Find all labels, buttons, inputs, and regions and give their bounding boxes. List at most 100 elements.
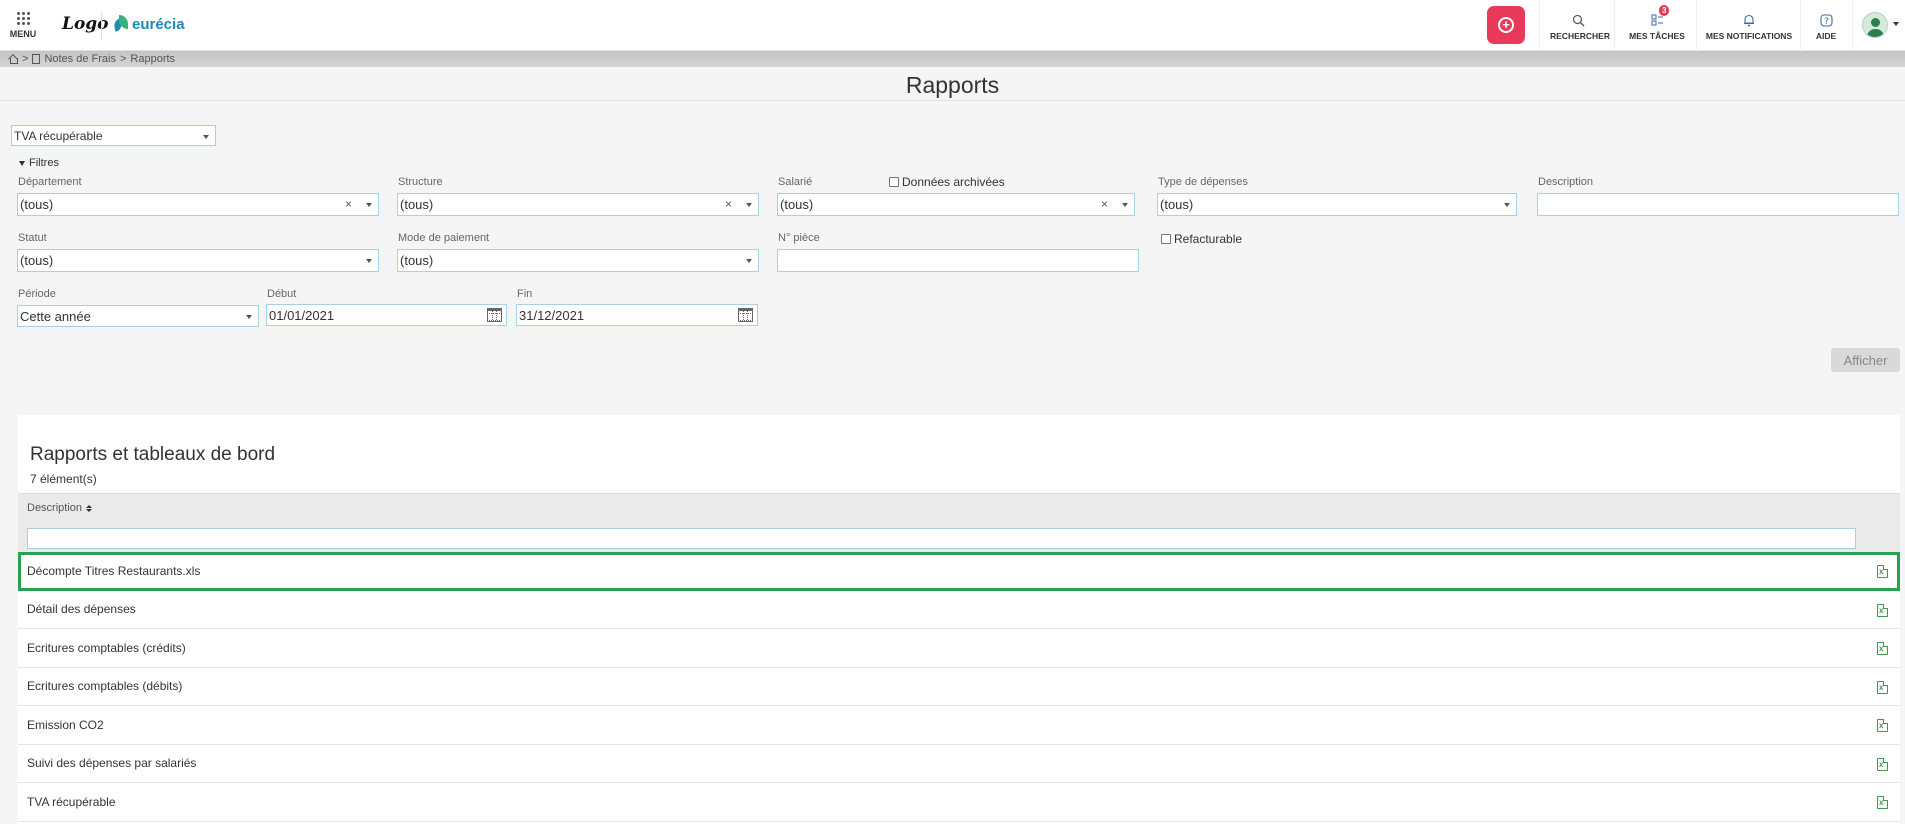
tasks-label: MES TÂCHES: [1629, 31, 1685, 41]
mode-paiement-label: Mode de paiement: [398, 232, 490, 244]
periode-select[interactable]: Cette année: [17, 305, 259, 327]
user-avatar[interactable]: [1862, 12, 1888, 38]
chevron-down-icon[interactable]: [1893, 22, 1899, 26]
toolbar-divider: [1852, 0, 1853, 51]
refacturable-checkbox[interactable]: Refacturable: [1161, 232, 1242, 246]
clear-icon[interactable]: ×: [725, 197, 732, 211]
reports-panel: Rapports et tableaux de bord 7 élément(s…: [18, 415, 1900, 824]
breadcrumb-section[interactable]: Notes de Frais: [44, 53, 116, 65]
report-row[interactable]: Détail des dépenses: [18, 590, 1900, 629]
chevron-down-icon: [1122, 203, 1128, 207]
excel-file-icon[interactable]: [1877, 796, 1888, 809]
document-icon: [32, 54, 41, 64]
archived-data-checkbox[interactable]: Données archivées: [889, 175, 1005, 189]
description-label: Description: [1538, 176, 1594, 188]
structure-select[interactable]: (tous) ×: [397, 193, 759, 216]
toolbar-divider: [1614, 0, 1615, 51]
toolbar-divider: [1800, 0, 1801, 51]
toolbar-divider: [1539, 0, 1540, 51]
home-icon[interactable]: [8, 54, 18, 64]
report-type-select[interactable]: TVA récupérable: [11, 125, 216, 146]
salarie-value: (tous): [780, 197, 814, 212]
menu-button[interactable]: MENU: [8, 12, 38, 39]
breadcrumb-separator: >: [119, 53, 127, 65]
bell-icon: [1705, 11, 1793, 29]
debut-label: Début: [267, 288, 297, 300]
breadcrumb-page: Rapports: [130, 53, 176, 65]
notifications-label: MES NOTIFICATIONS: [1705, 31, 1793, 41]
top-bar: MENU Logo eurécia + RECHERCHER 3 MES TÂC…: [0, 0, 1905, 51]
excel-file-icon[interactable]: [1877, 719, 1888, 732]
leaf-icon: [114, 15, 128, 33]
start-date-input[interactable]: 01/01/2021: [266, 304, 507, 326]
sort-icon[interactable]: [86, 504, 93, 512]
statut-select[interactable]: (tous): [17, 249, 379, 272]
description-filter-input[interactable]: [27, 528, 1856, 549]
calendar-icon[interactable]: [487, 308, 502, 322]
brand-name: eurécia: [132, 15, 185, 33]
type-depenses-select[interactable]: (tous): [1157, 193, 1517, 216]
salarie-label: Salarié: [778, 176, 813, 188]
filters-toggle-label: Filtres: [29, 157, 59, 169]
brand-logo[interactable]: eurécia: [114, 15, 185, 33]
report-row[interactable]: Ecritures comptables (crédits): [18, 629, 1900, 668]
statut-value: (tous): [20, 253, 54, 268]
tasks-button[interactable]: 3 MES TÂCHES: [1627, 5, 1687, 41]
salarie-select[interactable]: (tous) ×: [777, 193, 1135, 216]
departement-select[interactable]: (tous) ×: [17, 193, 379, 216]
end-date-input[interactable]: 31/12/2021: [516, 304, 758, 326]
type-depenses-value: (tous): [1160, 197, 1194, 212]
reports-list: Décompte Titres Restaurants.xls Détail d…: [18, 552, 1900, 822]
end-date-value: 31/12/2021: [519, 307, 585, 323]
create-button[interactable]: +: [1487, 6, 1525, 44]
periode-value: Cette année: [20, 308, 91, 324]
report-row[interactable]: Décompte Titres Restaurants.xls: [18, 552, 1900, 591]
filters-toggle[interactable]: Filtres: [19, 157, 59, 169]
page-title: Rapports: [905, 72, 1000, 98]
checkbox-box[interactable]: [1161, 234, 1171, 244]
report-row[interactable]: Suivi des dépenses par salariés: [18, 744, 1900, 783]
svg-text:?: ?: [1824, 17, 1829, 27]
tasks-icon: 3: [1627, 5, 1687, 29]
breadcrumb-separator: >: [22, 53, 29, 65]
report-row[interactable]: Emission CO2: [18, 706, 1900, 745]
excel-file-icon[interactable]: [1877, 642, 1888, 655]
num-piece-label: N° pièce: [778, 232, 820, 244]
type-depenses-label: Type de dépenses: [1158, 176, 1248, 188]
notifications-button[interactable]: MES NOTIFICATIONS: [1705, 11, 1793, 41]
description-input[interactable]: [1537, 193, 1899, 216]
description-column-header[interactable]: Description: [18, 493, 1900, 522]
caret-down-icon: [19, 160, 25, 166]
statut-label: Statut: [18, 232, 47, 244]
search-button[interactable]: RECHERCHER: [1550, 11, 1610, 41]
help-label: AIDE: [1815, 31, 1837, 41]
calendar-icon[interactable]: [738, 308, 753, 322]
help-icon: ?: [1809, 11, 1843, 29]
fin-label: Fin: [517, 288, 533, 300]
report-row[interactable]: TVA récupérable: [18, 783, 1900, 822]
departement-label: Département: [18, 176, 82, 188]
afficher-button[interactable]: Afficher: [1831, 348, 1900, 372]
excel-file-icon[interactable]: [1877, 757, 1888, 771]
excel-file-icon[interactable]: [1877, 603, 1888, 617]
plus-icon: +: [1498, 17, 1514, 33]
grid-icon: [8, 12, 38, 25]
tasks-count-badge: 3: [1659, 5, 1670, 16]
structure-value: (tous): [400, 197, 434, 212]
num-piece-input[interactable]: [777, 249, 1139, 272]
reports-title: Rapports et tableaux de bord: [30, 444, 276, 465]
clear-icon[interactable]: ×: [345, 197, 352, 211]
archived-data-label: Données archivées: [902, 175, 1005, 189]
report-row-label: Ecritures comptables (crédits): [27, 640, 186, 655]
excel-file-icon[interactable]: [1877, 680, 1888, 694]
checkbox-box[interactable]: [889, 177, 899, 187]
start-date-value: 01/01/2021: [269, 307, 335, 323]
logo-divider: [101, 12, 102, 40]
clear-icon[interactable]: ×: [1101, 197, 1108, 211]
help-button[interactable]: ? AIDE: [1809, 11, 1843, 41]
report-row[interactable]: Ecritures comptables (débits): [18, 667, 1900, 706]
periode-label: Période: [18, 288, 56, 300]
departement-value: (tous): [20, 197, 54, 212]
mode-paiement-select[interactable]: (tous): [397, 249, 759, 272]
excel-file-icon[interactable]: [1877, 565, 1888, 578]
